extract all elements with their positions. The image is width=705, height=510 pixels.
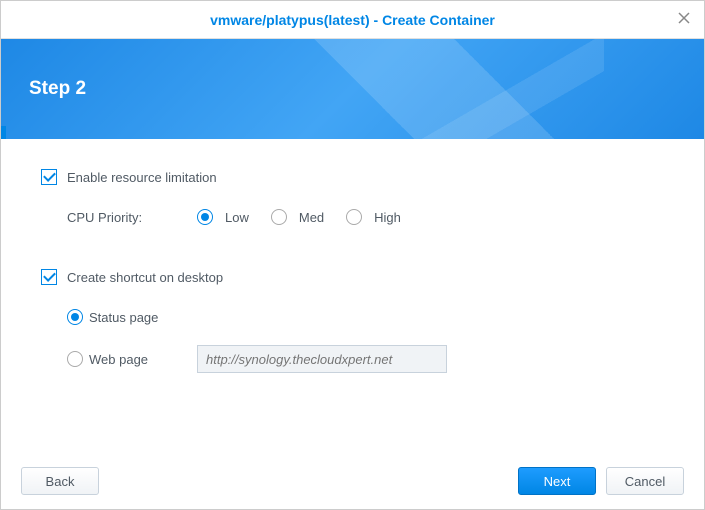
cpu-priority-label: CPU Priority: [67,210,197,225]
cpu-priority-med-label: Med [299,210,324,225]
cpu-priority-low-radio[interactable] [197,209,213,225]
shortcut-status-page-label: Status page [89,310,158,325]
back-button[interactable]: Back [21,467,99,495]
cpu-priority-high-label: High [374,210,401,225]
web-page-url-input[interactable] [197,345,447,373]
enable-resource-limitation-label: Enable resource limitation [67,170,217,185]
cancel-button[interactable]: Cancel [606,467,684,495]
cpu-priority-radio-group: Low Med High [197,209,417,225]
shortcut-status-page-row: Status page [67,303,664,331]
step-title: Step 2 [29,78,86,100]
dialog-footer: Back Next Cancel [1,453,704,509]
enable-resource-limitation-row: Enable resource limitation [41,169,664,185]
create-shortcut-label: Create shortcut on desktop [67,270,223,285]
shortcut-web-page-radio[interactable] [67,351,83,367]
shortcut-subgroup: Status page Web page [41,303,664,373]
titlebar: vmware/platypus(latest) - Create Contain… [1,1,704,39]
shortcut-status-page-radio[interactable] [67,309,83,325]
cpu-priority-med-radio[interactable] [271,209,287,225]
shortcut-web-page-row: Web page [67,345,664,373]
create-shortcut-row: Create shortcut on desktop [41,269,664,285]
cpu-priority-high-radio[interactable] [346,209,362,225]
create-container-dialog: vmware/platypus(latest) - Create Contain… [0,0,705,510]
enable-resource-limitation-checkbox[interactable] [41,169,57,185]
cpu-priority-row: CPU Priority: Low Med High [67,203,664,231]
resource-limit-subgroup: CPU Priority: Low Med High [41,203,664,231]
next-button[interactable]: Next [518,467,596,495]
shortcut-web-page-label: Web page [89,352,197,367]
close-icon[interactable] [676,11,692,27]
form-content: Enable resource limitation CPU Priority:… [1,139,704,453]
create-shortcut-checkbox[interactable] [41,269,57,285]
step-banner: Step 2 [1,39,704,139]
accent-bar [1,126,6,139]
window-title: vmware/platypus(latest) - Create Contain… [210,12,495,28]
cpu-priority-low-label: Low [225,210,249,225]
